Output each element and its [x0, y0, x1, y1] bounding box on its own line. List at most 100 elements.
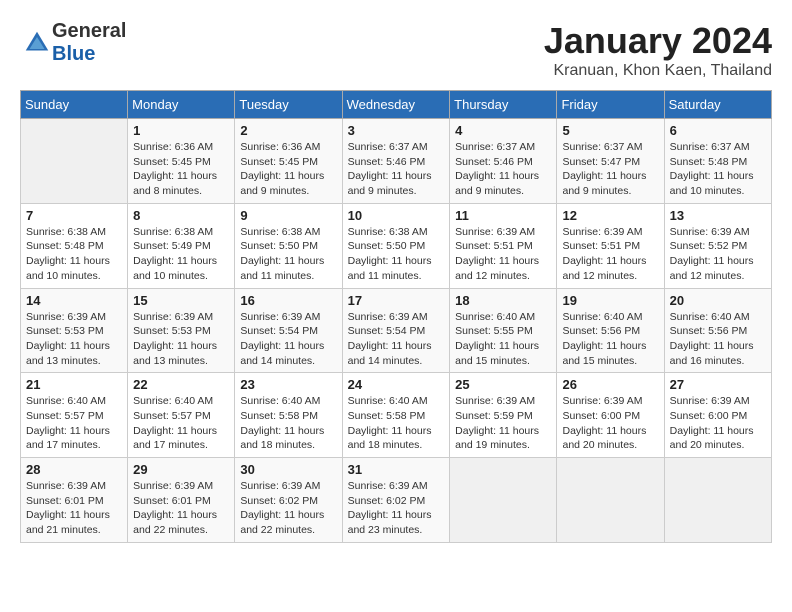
header-day-monday: Monday	[128, 91, 235, 119]
day-number: 6	[670, 123, 766, 138]
day-number: 26	[562, 377, 658, 392]
day-info: Sunrise: 6:39 AMSunset: 6:01 PMDaylight:…	[26, 479, 122, 538]
calendar-cell: 23Sunrise: 6:40 AMSunset: 5:58 PMDayligh…	[235, 373, 342, 458]
calendar-cell: 24 Sunrise: 6:40 AMSunset: 5:58 PMDayligh…	[342, 373, 450, 458]
day-info: Sunrise: 6:36 AMSunset: 5:45 PMDaylight:…	[133, 140, 229, 199]
header-row: SundayMondayTuesdayWednesdayThursdayFrid…	[21, 91, 772, 119]
calendar-cell	[21, 119, 128, 204]
day-number: 31	[348, 462, 445, 477]
week-row-5: 28 Sunrise: 6:39 AMSunset: 6:01 PMDayligh…	[21, 458, 772, 543]
day-number: 8	[133, 208, 229, 223]
header-day-friday: Friday	[557, 91, 664, 119]
calendar-cell: 3Sunrise: 6:37 AMSunset: 5:46 PMDaylight…	[342, 119, 450, 204]
calendar-cell	[664, 458, 771, 543]
day-number: 27	[670, 377, 766, 392]
calendar-cell: 15 Sunrise: 6:39 AMSunset: 5:53 PMDayligh…	[128, 288, 235, 373]
day-info: Sunrise: 6:39 AMSunset: 6:02 PMDaylight:…	[348, 479, 445, 538]
calendar-body: 1 Sunrise: 6:36 AMSunset: 5:45 PMDaylight…	[21, 119, 772, 543]
day-info: Sunrise: 6:39 AMSunset: 6:00 PMDaylight:…	[562, 394, 658, 453]
calendar-cell: 21Sunrise: 6:40 AMSunset: 5:57 PMDayligh…	[21, 373, 128, 458]
header-day-wednesday: Wednesday	[342, 91, 450, 119]
calendar-cell: 30Sunrise: 6:39 AMSunset: 6:02 PMDayligh…	[235, 458, 342, 543]
calendar-cell: 9Sunrise: 6:38 AMSunset: 5:50 PMDaylight…	[235, 203, 342, 288]
calendar-cell: 28 Sunrise: 6:39 AMSunset: 6:01 PMDayligh…	[21, 458, 128, 543]
day-number: 14	[26, 293, 122, 308]
day-info: Sunrise: 6:39 AMSunset: 5:52 PMDaylight:…	[670, 225, 766, 284]
day-info: Sunrise: 6:39 AMSunset: 5:54 PMDaylight:…	[348, 310, 445, 369]
calendar-cell	[557, 458, 664, 543]
day-info: Sunrise: 6:39 AMSunset: 5:51 PMDaylight:…	[455, 225, 551, 284]
title-block: January 2024 Kranuan, Khon Kaen, Thailan…	[544, 20, 772, 80]
page-header: General Blue January 2024 Kranuan, Khon …	[20, 20, 772, 80]
header-day-sunday: Sunday	[21, 91, 128, 119]
day-number: 30	[240, 462, 336, 477]
calendar-cell: 6 Sunrise: 6:37 AMSunset: 5:48 PMDaylight…	[664, 119, 771, 204]
day-info: Sunrise: 6:39 AMSunset: 5:53 PMDaylight:…	[133, 310, 229, 369]
day-number: 19	[562, 293, 658, 308]
week-row-2: 7Sunrise: 6:38 AMSunset: 5:48 PMDaylight…	[21, 203, 772, 288]
day-info: Sunrise: 6:40 AMSunset: 5:57 PMDaylight:…	[133, 394, 229, 453]
day-number: 21	[26, 377, 122, 392]
calendar-cell: 8 Sunrise: 6:38 AMSunset: 5:49 PMDaylight…	[128, 203, 235, 288]
header-day-tuesday: Tuesday	[235, 91, 342, 119]
week-row-1: 1 Sunrise: 6:36 AMSunset: 5:45 PMDaylight…	[21, 119, 772, 204]
calendar-cell: 2Sunrise: 6:36 AMSunset: 5:45 PMDaylight…	[235, 119, 342, 204]
day-number: 25	[455, 377, 551, 392]
day-number: 12	[562, 208, 658, 223]
calendar-cell: 5 Sunrise: 6:37 AMSunset: 5:47 PMDaylight…	[557, 119, 664, 204]
calendar-cell: 7Sunrise: 6:38 AMSunset: 5:48 PMDaylight…	[21, 203, 128, 288]
day-info: Sunrise: 6:40 AMSunset: 5:56 PMDaylight:…	[562, 310, 658, 369]
header-day-saturday: Saturday	[664, 91, 771, 119]
calendar-cell: 25Sunrise: 6:39 AMSunset: 5:59 PMDayligh…	[450, 373, 557, 458]
day-number: 13	[670, 208, 766, 223]
calendar-cell: 31 Sunrise: 6:39 AMSunset: 6:02 PMDayligh…	[342, 458, 450, 543]
day-number: 24	[348, 377, 445, 392]
calendar-header: SundayMondayTuesdayWednesdayThursdayFrid…	[21, 91, 772, 119]
day-info: Sunrise: 6:40 AMSunset: 5:55 PMDaylight:…	[455, 310, 551, 369]
day-number: 2	[240, 123, 336, 138]
logo-icon	[22, 28, 52, 58]
calendar-cell: 4 Sunrise: 6:37 AMSunset: 5:46 PMDaylight…	[450, 119, 557, 204]
header-day-thursday: Thursday	[450, 91, 557, 119]
day-info: Sunrise: 6:37 AMSunset: 5:47 PMDaylight:…	[562, 140, 658, 199]
week-row-3: 14 Sunrise: 6:39 AMSunset: 5:53 PMDayligh…	[21, 288, 772, 373]
calendar-cell: 26 Sunrise: 6:39 AMSunset: 6:00 PMDayligh…	[557, 373, 664, 458]
calendar-cell: 20Sunrise: 6:40 AMSunset: 5:56 PMDayligh…	[664, 288, 771, 373]
day-info: Sunrise: 6:38 AMSunset: 5:49 PMDaylight:…	[133, 225, 229, 284]
logo: General Blue	[20, 20, 126, 66]
calendar-cell: 14 Sunrise: 6:39 AMSunset: 5:53 PMDayligh…	[21, 288, 128, 373]
calendar-cell: 11Sunrise: 6:39 AMSunset: 5:51 PMDayligh…	[450, 203, 557, 288]
day-number: 22	[133, 377, 229, 392]
logo-general-text: General	[52, 20, 126, 42]
day-info: Sunrise: 6:39 AMSunset: 5:53 PMDaylight:…	[26, 310, 122, 369]
day-number: 7	[26, 208, 122, 223]
day-info: Sunrise: 6:39 AMSunset: 6:01 PMDaylight:…	[133, 479, 229, 538]
calendar-cell: 1 Sunrise: 6:36 AMSunset: 5:45 PMDaylight…	[128, 119, 235, 204]
logo-blue-text: Blue	[52, 43, 95, 65]
calendar-cell: 22 Sunrise: 6:40 AMSunset: 5:57 PMDayligh…	[128, 373, 235, 458]
calendar-table: SundayMondayTuesdayWednesdayThursdayFrid…	[20, 90, 772, 543]
day-info: Sunrise: 6:37 AMSunset: 5:48 PMDaylight:…	[670, 140, 766, 199]
day-number: 1	[133, 123, 229, 138]
week-row-4: 21 Sunrise: 6:40 AMSunset: 5:57 PMDayligh…	[21, 373, 772, 458]
day-info: Sunrise: 6:38 AMSunset: 5:50 PMDaylight:…	[348, 225, 445, 284]
calendar-cell: 27Sunrise: 6:39 AMSunset: 6:00 PMDayligh…	[664, 373, 771, 458]
day-number: 4	[455, 123, 551, 138]
calendar-cell: 19 Sunrise: 6:40 AMSunset: 5:56 PMDayligh…	[557, 288, 664, 373]
day-info: Sunrise: 6:39 AMSunset: 5:51 PMDaylight:…	[562, 225, 658, 284]
day-info: Sunrise: 6:38 AMSunset: 5:50 PMDaylight:…	[240, 225, 336, 284]
day-number: 29	[133, 462, 229, 477]
day-number: 28	[26, 462, 122, 477]
day-number: 18	[455, 293, 551, 308]
day-number: 15	[133, 293, 229, 308]
day-info: Sunrise: 6:37 AMSunset: 5:46 PMDaylight:…	[455, 140, 551, 199]
day-info: Sunrise: 6:40 AMSunset: 5:58 PMDaylight:…	[348, 394, 445, 453]
calendar-cell: 17Sunrise: 6:39 AMSunset: 5:54 PMDayligh…	[342, 288, 450, 373]
day-info: Sunrise: 6:40 AMSunset: 5:58 PMDaylight:…	[240, 394, 336, 453]
day-number: 5	[562, 123, 658, 138]
day-info: Sunrise: 6:39 AMSunset: 5:54 PMDaylight:…	[240, 310, 336, 369]
day-info: Sunrise: 6:37 AMSunset: 5:46 PMDaylight:…	[348, 140, 445, 199]
calendar-cell: 12 Sunrise: 6:39 AMSunset: 5:51 PMDayligh…	[557, 203, 664, 288]
calendar-cell	[450, 458, 557, 543]
day-number: 20	[670, 293, 766, 308]
